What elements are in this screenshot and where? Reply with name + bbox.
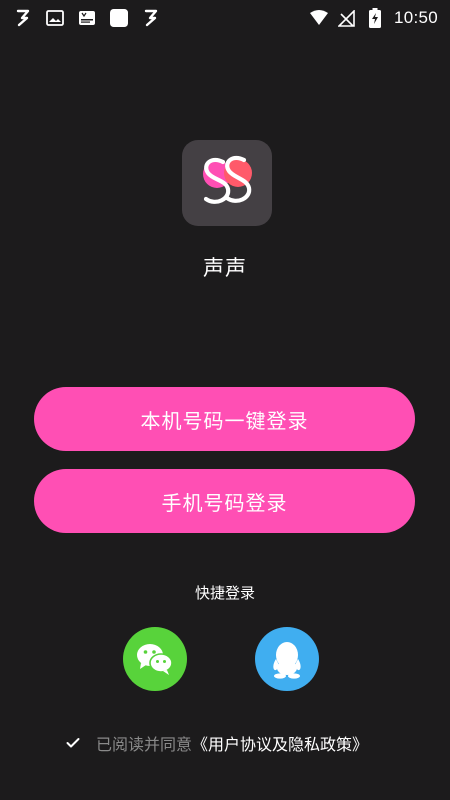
quick-login-label: 快捷登录 [194,584,255,602]
agreement-row: 已阅读并同意《用户协议及隐私政策》 [60,730,368,756]
status-right-icons: 10:50 [309,8,438,28]
app-logo-icon [203,155,252,204]
battery-charging-icon [366,8,384,28]
agreement-checkbox[interactable] [60,730,86,756]
wifi-icon [309,9,328,27]
login-screen: 10:50 声声 本机号码一键登录 手机号码登录 快捷登录 已阅读并同意《用户协… [0,0,450,800]
app-logo [182,140,272,226]
status-time: 10:50 [393,8,438,27]
square-icon [110,9,128,27]
agreement-link[interactable]: 《用户协议及隐私政策》 [192,735,368,754]
image-icon [46,9,64,27]
status-left-icons [14,9,160,27]
app-s-icon [142,9,160,27]
qq-icon [273,642,301,679]
checkmark-icon [66,738,80,748]
agreement-text: 已阅读并同意《用户协议及隐私政策》 [96,731,368,755]
wechat-icon [137,644,173,675]
status-bar: 10:50 [0,0,450,36]
phone-login-button[interactable]: 手机号码登录 [34,469,415,533]
agreement-prefix: 已阅读并同意 [96,735,193,754]
one-click-login-button[interactable]: 本机号码一键登录 [34,387,415,451]
news-icon [78,9,96,27]
no-signal-icon [338,9,356,27]
qq-login-button[interactable] [255,627,319,691]
app-name: 声声 [203,256,247,280]
app-s-icon [14,9,32,27]
wechat-login-button[interactable] [123,627,187,691]
